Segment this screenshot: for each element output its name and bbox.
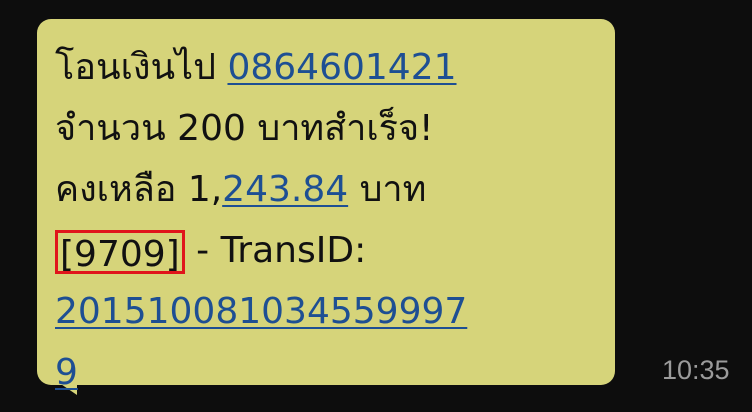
message-line-amount: จำนวน 200 บาทสำเร็จ! [55, 108, 434, 149]
balance-link[interactable]: 243.84 [222, 169, 348, 210]
transid-link-part1[interactable]: 201510081034559997 [55, 291, 467, 332]
balance-suffix: บาท [348, 169, 427, 210]
message-line-transfer: โอนเงินไป 0864601421 [55, 37, 607, 98]
message-bubble[interactable]: โอนเงินไป 0864601421 จำนวน 200 บาทสำเร็จ… [37, 19, 615, 395]
message-text: โอนเงินไป 0864601421 จำนวน 200 บาทสำเร็จ… [55, 37, 607, 403]
message-line-transid-end: 9 [55, 342, 607, 403]
transid-link-part2[interactable]: 9 [55, 352, 78, 393]
phone-number-link[interactable]: 0864601421 [227, 47, 456, 88]
balance-prefix: คงเหลือ 1, [55, 169, 223, 210]
message-line-transid: 201510081034559997 [55, 281, 607, 342]
message-line-code: [9709] - TransID: [55, 220, 607, 281]
transfer-label: โอนเงินไป [55, 47, 228, 88]
highlighted-code: [9709] [55, 230, 185, 275]
transid-label: - TransID: [184, 230, 367, 271]
message-line-balance: คงเหลือ 1,243.84 บาท [55, 159, 607, 220]
message-timestamp: 10:35 [662, 355, 730, 385]
